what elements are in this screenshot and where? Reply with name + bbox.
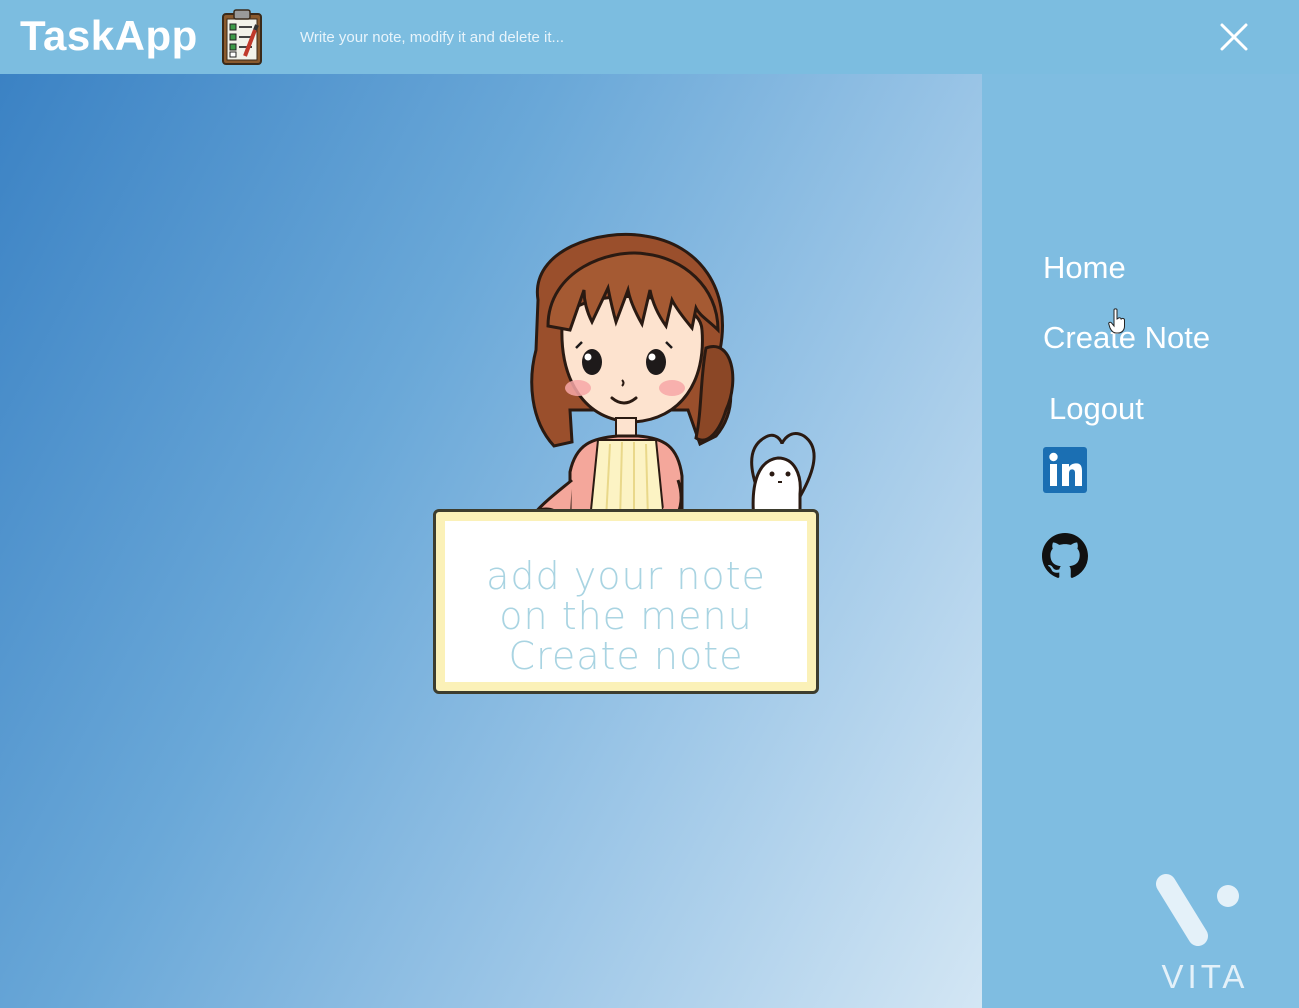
- navbar: TaskApp Write your note, modify it and d…: [0, 0, 1299, 74]
- note-card: add your note on the menu Create note: [433, 509, 819, 694]
- close-icon[interactable]: [1217, 20, 1251, 54]
- note-line: on the menu: [499, 594, 753, 638]
- nav-link-create-note[interactable]: Create Note: [1043, 320, 1210, 356]
- sidebar-menu: [982, 74, 1299, 1008]
- hand-cursor-icon: [1108, 308, 1125, 334]
- vita-logo-icon: [1156, 874, 1239, 946]
- note-line: add your note: [486, 554, 766, 598]
- main-content: add your note on the menu Create note: [0, 74, 982, 1008]
- brand-title[interactable]: TaskApp: [20, 12, 198, 60]
- nav-link-logout[interactable]: Logout: [1049, 391, 1144, 427]
- linkedin-icon[interactable]: [1042, 446, 1088, 494]
- vita-watermark: VITA: [1150, 872, 1260, 1002]
- github-icon[interactable]: [1042, 532, 1088, 580]
- clipboard-checklist-icon: [222, 9, 262, 65]
- vita-label: VITA: [1161, 958, 1249, 995]
- tagline: Write your note, modify it and delete it…: [300, 29, 565, 46]
- nav-link-home[interactable]: Home: [1043, 250, 1126, 286]
- note-line: Create note: [508, 634, 744, 678]
